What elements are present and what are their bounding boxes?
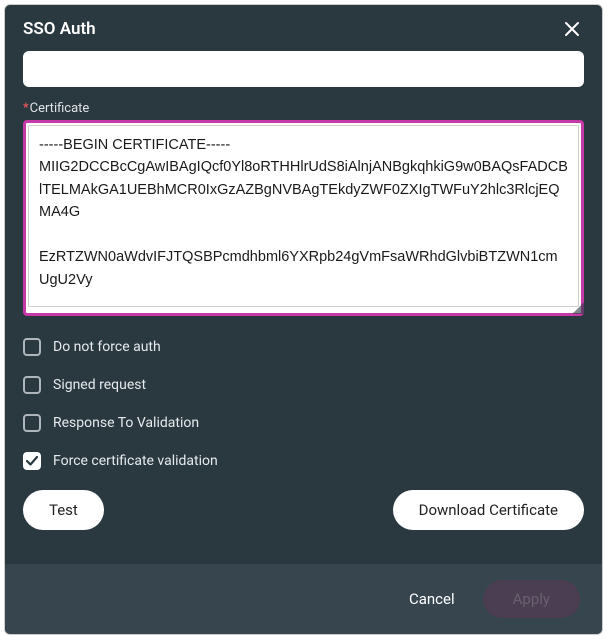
checkbox-box[interactable] [23, 414, 41, 432]
checkbox-group: Do not force auth Signed request Respons… [23, 338, 584, 470]
modal-header: SSO Auth [5, 5, 602, 49]
sso-auth-modal: SSO Auth *Certificate Do not force auth [4, 4, 603, 635]
modal-footer: Cancel Apply [5, 564, 602, 634]
checkbox-box[interactable] [23, 338, 41, 356]
certificate-label: *Certificate [23, 101, 584, 116]
checkbox-response-to-validation[interactable]: Response To Validation [23, 414, 584, 432]
certificate-textarea[interactable] [28, 125, 579, 307]
certificate-highlight [23, 120, 584, 316]
prev-input-field[interactable] [23, 51, 584, 87]
close-button[interactable] [560, 19, 584, 39]
cancel-button[interactable]: Cancel [409, 590, 455, 608]
checkbox-force-cert-validation[interactable]: Force certificate validation [23, 452, 584, 470]
checkbox-label: Signed request [53, 377, 146, 393]
download-certificate-button[interactable]: Download Certificate [393, 490, 584, 530]
modal-body: *Certificate Do not force auth Signed re… [5, 49, 602, 564]
checkbox-box[interactable] [23, 376, 41, 394]
required-marker: * [23, 101, 29, 116]
checkbox-label: Force certificate validation [53, 453, 218, 469]
test-button[interactable]: Test [23, 490, 104, 530]
checkbox-label: Response To Validation [53, 415, 199, 431]
close-icon [564, 21, 580, 37]
apply-button[interactable]: Apply [483, 580, 580, 618]
checkbox-no-force-auth[interactable]: Do not force auth [23, 338, 584, 356]
modal-title: SSO Auth [23, 19, 96, 39]
checkbox-signed-request[interactable]: Signed request [23, 376, 584, 394]
button-row: Test Download Certificate [23, 490, 584, 530]
checkbox-label: Do not force auth [53, 339, 161, 355]
checkbox-box[interactable] [23, 452, 41, 470]
check-icon [26, 455, 38, 467]
